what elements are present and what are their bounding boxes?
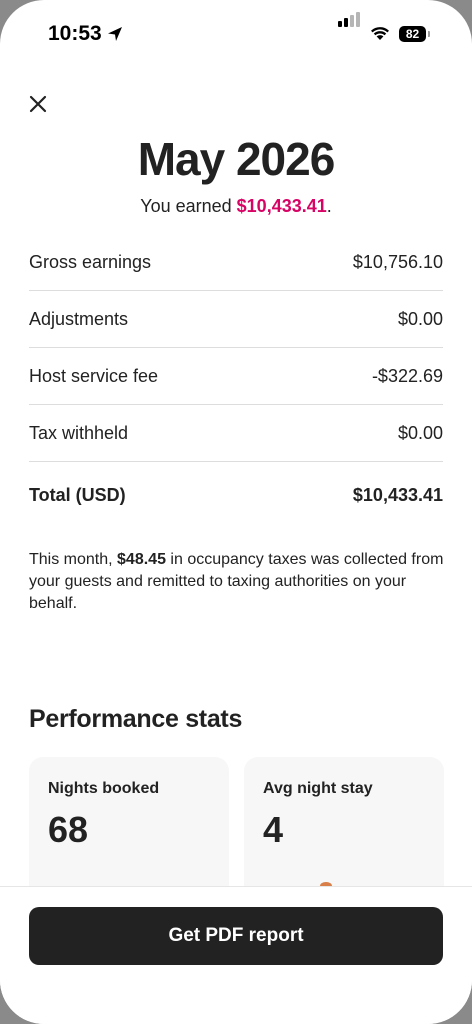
earned-prefix: You earned: [140, 196, 237, 216]
battery-tip: [428, 31, 430, 37]
breakdown-row-adjustments: Adjustments $0.00: [29, 291, 443, 348]
total-label: Total (USD): [29, 484, 126, 505]
footer: Get PDF report: [0, 886, 472, 1024]
close-button[interactable]: [26, 92, 50, 116]
close-icon: [29, 95, 47, 113]
performance-stats-heading: Performance stats: [29, 705, 243, 733]
stat-label: Avg night stay: [263, 780, 373, 797]
row-value: -$322.69: [371, 365, 443, 386]
page-title: May 2026: [137, 133, 336, 185]
wifi-icon: [371, 27, 389, 40]
get-pdf-report-button[interactable]: Get PDF report: [29, 907, 443, 965]
battery-icon: 82: [399, 26, 426, 42]
earned-summary: You earned $10,433.41.: [0, 196, 472, 217]
tax-note-amount: $48.45: [117, 551, 166, 568]
row-label: Adjustments: [29, 308, 129, 329]
breakdown-row-gross: Gross earnings $10,756.10: [29, 234, 443, 291]
row-value: $0.00: [397, 422, 443, 443]
earnings-breakdown: Gross earnings $10,756.10 Adjustments $0…: [29, 234, 443, 528]
status-bar: 10:53 82: [0, 0, 472, 70]
total-value: $10,433.41: [352, 484, 443, 505]
stat-value: 68: [48, 809, 89, 850]
row-label: Host service fee: [29, 365, 159, 386]
breakdown-row-total: Total (USD) $10,433.41: [29, 462, 443, 528]
breakdown-row-tax-withheld: Tax withheld $0.00: [29, 405, 443, 462]
location-arrow-icon: [108, 27, 122, 41]
row-label: Tax withheld: [29, 422, 129, 443]
breakdown-row-service-fee: Host service fee -$322.69: [29, 348, 443, 405]
earned-suffix: .: [326, 196, 332, 216]
earned-amount: $10,433.41: [236, 196, 327, 216]
occupancy-tax-note: This month, $48.45 in occupancy taxes wa…: [29, 549, 449, 615]
row-label: Gross earnings: [29, 251, 152, 272]
row-value: $10,756.10: [352, 251, 443, 272]
stat-value: 4: [263, 809, 284, 850]
status-time: 10:53: [48, 22, 102, 45]
stat-label: Nights booked: [48, 780, 160, 797]
earnings-sheet: 10:53 82 May 2026 You earned $10,433.41.…: [0, 0, 472, 1024]
row-value: $0.00: [397, 308, 443, 329]
tax-note-prefix: This month,: [29, 551, 118, 568]
